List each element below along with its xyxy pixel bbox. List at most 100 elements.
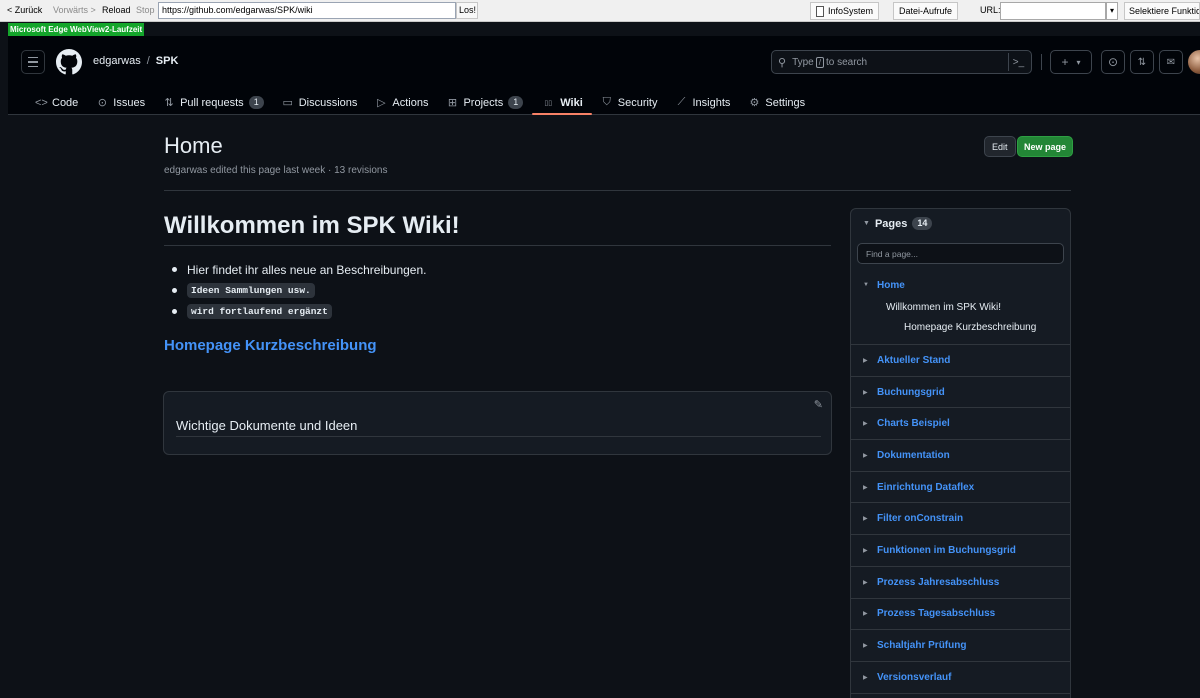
list-item: Hier findet ihr alles neue an Beschreibu… <box>172 259 426 280</box>
heading-link[interactable]: Willkommen im SPK Wiki! <box>851 298 1070 318</box>
page-link[interactable]: ▶ Prozess Jahresabschluss <box>851 567 1070 598</box>
chevron-right-icon: ▶ <box>863 579 868 586</box>
page-link[interactable]: ▶ Aktueller Stand <box>851 345 1070 376</box>
homepage-link[interactable]: Homepage Kurzbeschreibung <box>164 337 377 354</box>
document-icon <box>816 5 824 17</box>
gear-icon: ⚙ <box>749 97 760 109</box>
tab-label: Actions <box>392 96 429 109</box>
page-link[interactable]: ▶ Charts Beispiel <box>851 408 1070 439</box>
tab-actions[interactable]: ▷ Actions <box>366 84 437 115</box>
page-link[interactable]: ▶ Prozess Tagesabschluss <box>851 599 1070 630</box>
page-link-label: Versionsverlauf <box>877 671 952 683</box>
heading-link[interactable]: Homepage Kurzbeschreibung <box>851 318 1070 338</box>
tab-issues[interactable]: ⊙ Issues <box>87 84 154 115</box>
bullet-icon <box>172 288 177 293</box>
page-link-label: Funktionen im Buchungsgrid <box>877 544 1016 556</box>
wiki-heading: Willkommen im SPK Wiki! <box>164 212 460 239</box>
chevron-right-icon: ▶ <box>863 547 868 554</box>
tab-label: Settings <box>765 96 806 109</box>
new-page-button[interactable]: New page <box>1017 136 1074 157</box>
page-link-label: Dokumentation <box>877 449 950 461</box>
list-item: Ideen Sammlungen usw. <box>172 280 426 301</box>
go-button[interactable]: Los! <box>456 2 478 19</box>
list-item: ▶ Prozess Tagesabschluss <box>851 599 1070 631</box>
tab-discussions[interactable]: ▭ Discussions <box>273 84 367 115</box>
back-button[interactable]: < Zurück <box>4 5 45 15</box>
host-toolbar: < Zurück Vorwärts > Reload Stop https://… <box>0 0 1200 22</box>
page-link[interactable]: ▶ Dokumentation <box>851 440 1070 471</box>
page-link[interactable]: ▶ Einrichtung Dataflex <box>851 472 1070 503</box>
inbox-button[interactable]: ✉ <box>1159 50 1183 74</box>
issues-button[interactable]: ⊙ <box>1101 50 1125 74</box>
pull-requests-button[interactable]: ⇅ <box>1130 50 1154 74</box>
function-selector[interactable]: Selektiere Funktio <box>1124 2 1200 20</box>
page-link[interactable]: ▶ Versionsverlauf <box>851 662 1070 693</box>
tab-wiki[interactable]: ▯▯ Wiki <box>532 84 592 115</box>
pages-list: ▼ Home Willkommen im SPK Wiki! Homepage … <box>851 272 1070 698</box>
header-divider <box>1041 54 1042 70</box>
list-item: ▼ Home Willkommen im SPK Wiki! Homepage … <box>851 272 1070 345</box>
runtime-badge: Microsoft Edge WebView2-Laufzeit <box>8 23 145 36</box>
webview: edgarwas / SPK ⚲ Type / to search >_ + ▾… <box>8 36 1200 698</box>
chevron-down-icon: ▾ <box>1076 57 1081 67</box>
tab-projects[interactable]: ⊞ Projects 1 <box>437 84 532 115</box>
pages-title: Pages <box>874 217 908 230</box>
list-item-code: wird fortlaufend ergänzt <box>187 304 332 319</box>
tab-code[interactable]: <> Code <box>26 84 87 115</box>
tab-security[interactable]: ⛉ Security <box>592 84 667 115</box>
address-input[interactable]: https://github.com/edgarwas/SPK/wiki <box>158 2 456 19</box>
page-link[interactable]: ▶Vorlage Betriebshandbuch <box>851 694 1070 698</box>
pull-request-icon: ⇅ <box>164 97 174 109</box>
avatar[interactable] <box>1188 50 1200 74</box>
breadcrumb-separator: / <box>146 55 150 67</box>
page-link-label: Charts Beispiel <box>877 418 950 430</box>
owner-link[interactable]: edgarwas <box>93 55 141 67</box>
search-input[interactable]: ⚲ Type / to search >_ <box>771 50 1032 74</box>
page-link[interactable]: ▶ Buchungsgrid <box>851 377 1070 408</box>
page-link[interactable]: ▶ Schaltjahr Prüfung <box>851 630 1070 661</box>
stop-button[interactable]: Stop <box>133 5 158 15</box>
create-new-button[interactable]: + ▾ <box>1050 50 1092 74</box>
tab-label: Wiki <box>560 96 583 109</box>
divider <box>176 436 821 437</box>
reload-button[interactable]: Reload <box>99 5 134 15</box>
repo-link[interactable]: SPK <box>156 55 179 67</box>
menu-button[interactable] <box>21 50 45 74</box>
tab-count: 1 <box>248 96 264 109</box>
edit-button[interactable]: Edit <box>984 136 1016 157</box>
list-item: ▶ Prozess Jahresabschluss <box>851 567 1070 599</box>
pages-header[interactable]: ▼ Pages 14 <box>863 217 933 230</box>
calls-button[interactable]: Datei-Aufrufe <box>893 2 959 20</box>
shield-icon: ⛉ <box>602 96 611 108</box>
tab-pull-requests[interactable]: ⇅ Pull requests 1 <box>154 84 273 115</box>
inbox-icon: ✉ <box>1166 56 1176 68</box>
tab-settings[interactable]: ⚙ Settings <box>739 84 814 115</box>
page-link[interactable]: ▶ Funktionen im Buchungsgrid <box>851 535 1070 566</box>
pages-count: 14 <box>912 217 933 230</box>
chevron-down-icon: ▼ <box>863 282 869 288</box>
list-item: ▶ Versionsverlauf <box>851 662 1070 694</box>
url-dropdown-button[interactable]: ▾ <box>1106 2 1118 20</box>
command-palette-icon[interactable]: >_ <box>1008 53 1028 71</box>
issue-icon: ⊙ <box>97 97 107 109</box>
tab-label: Discussions <box>298 96 358 109</box>
chevron-down-icon: ▼ <box>863 220 870 227</box>
find-page-input[interactable] <box>857 243 1064 264</box>
page-title: Home <box>164 133 223 158</box>
tab-insights[interactable]: ⟋ Insights <box>667 84 740 115</box>
infosystem-button[interactable]: InfoSystem <box>810 2 880 20</box>
url-input[interactable] <box>1000 2 1106 20</box>
page-link-label: Aktueller Stand <box>877 354 951 366</box>
issue-icon: ⊙ <box>1107 55 1119 69</box>
github-logo-icon[interactable] <box>56 49 82 75</box>
pencil-icon[interactable]: ✎ <box>814 398 823 411</box>
list-item: ▶ Buchungsgrid <box>851 377 1070 409</box>
chevron-right-icon: ▶ <box>863 389 868 396</box>
forward-button[interactable]: Vorwärts > <box>50 5 99 15</box>
breadcrumb: edgarwas / SPK <box>93 55 178 67</box>
page-link[interactable]: ▶ Filter onConstrain <box>851 503 1070 534</box>
page-link-home[interactable]: ▼ Home <box>851 272 1070 298</box>
list-item: ▶Vorlage Betriebshandbuch <box>851 694 1070 698</box>
wiki-footer: ✎ Wichtige Dokumente und Ideen <box>163 391 832 455</box>
search-key-hint: / <box>815 56 824 68</box>
